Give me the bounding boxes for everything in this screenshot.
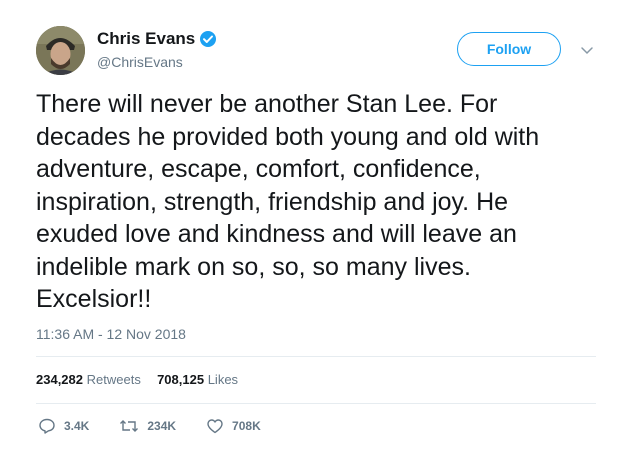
divider (36, 403, 596, 404)
reply-button[interactable]: 3.4K (38, 417, 89, 435)
tweet-actions: 3.4K 234K 708K (38, 417, 291, 435)
tweet-text: There will never be another Stan Lee. Fo… (36, 90, 540, 313)
retweet-button[interactable]: 234K (119, 417, 176, 435)
likes-stat[interactable]: 708,125 Likes (157, 372, 238, 387)
display-name[interactable]: Chris Evans (97, 29, 195, 49)
retweet-count: 234K (147, 419, 177, 433)
avatar[interactable] (36, 26, 85, 75)
retweets-label: Retweets (86, 372, 141, 387)
reply-count: 3.4K (64, 419, 90, 433)
follow-button[interactable]: Follow (457, 32, 561, 66)
author-name-row[interactable]: Chris Evans (97, 29, 217, 49)
likes-count: 708,125 (157, 372, 205, 387)
divider (36, 356, 596, 357)
tweet-timestamp[interactable]: 11:36 AM - 12 Nov 2018 (36, 326, 186, 342)
likes-label: Likes (207, 372, 239, 387)
heart-icon (207, 419, 223, 434)
retweet-icon (120, 420, 139, 432)
reply-icon (39, 418, 55, 434)
like-button[interactable]: 708K (206, 417, 261, 435)
tweet-card: Chris Evans @ChrisEvans Follow There wil… (0, 0, 634, 471)
verified-badge-icon (199, 30, 217, 48)
tweet-stats: 234,282 Retweets 708,125 Likes (36, 372, 238, 387)
like-count: 708K (232, 419, 261, 433)
retweets-count: 234,282 (36, 372, 83, 387)
retweets-stat[interactable]: 234,282 Retweets (36, 372, 144, 387)
user-handle[interactable]: @ChrisEvans (97, 54, 183, 70)
more-options-chevron-down-icon[interactable] (580, 43, 594, 55)
